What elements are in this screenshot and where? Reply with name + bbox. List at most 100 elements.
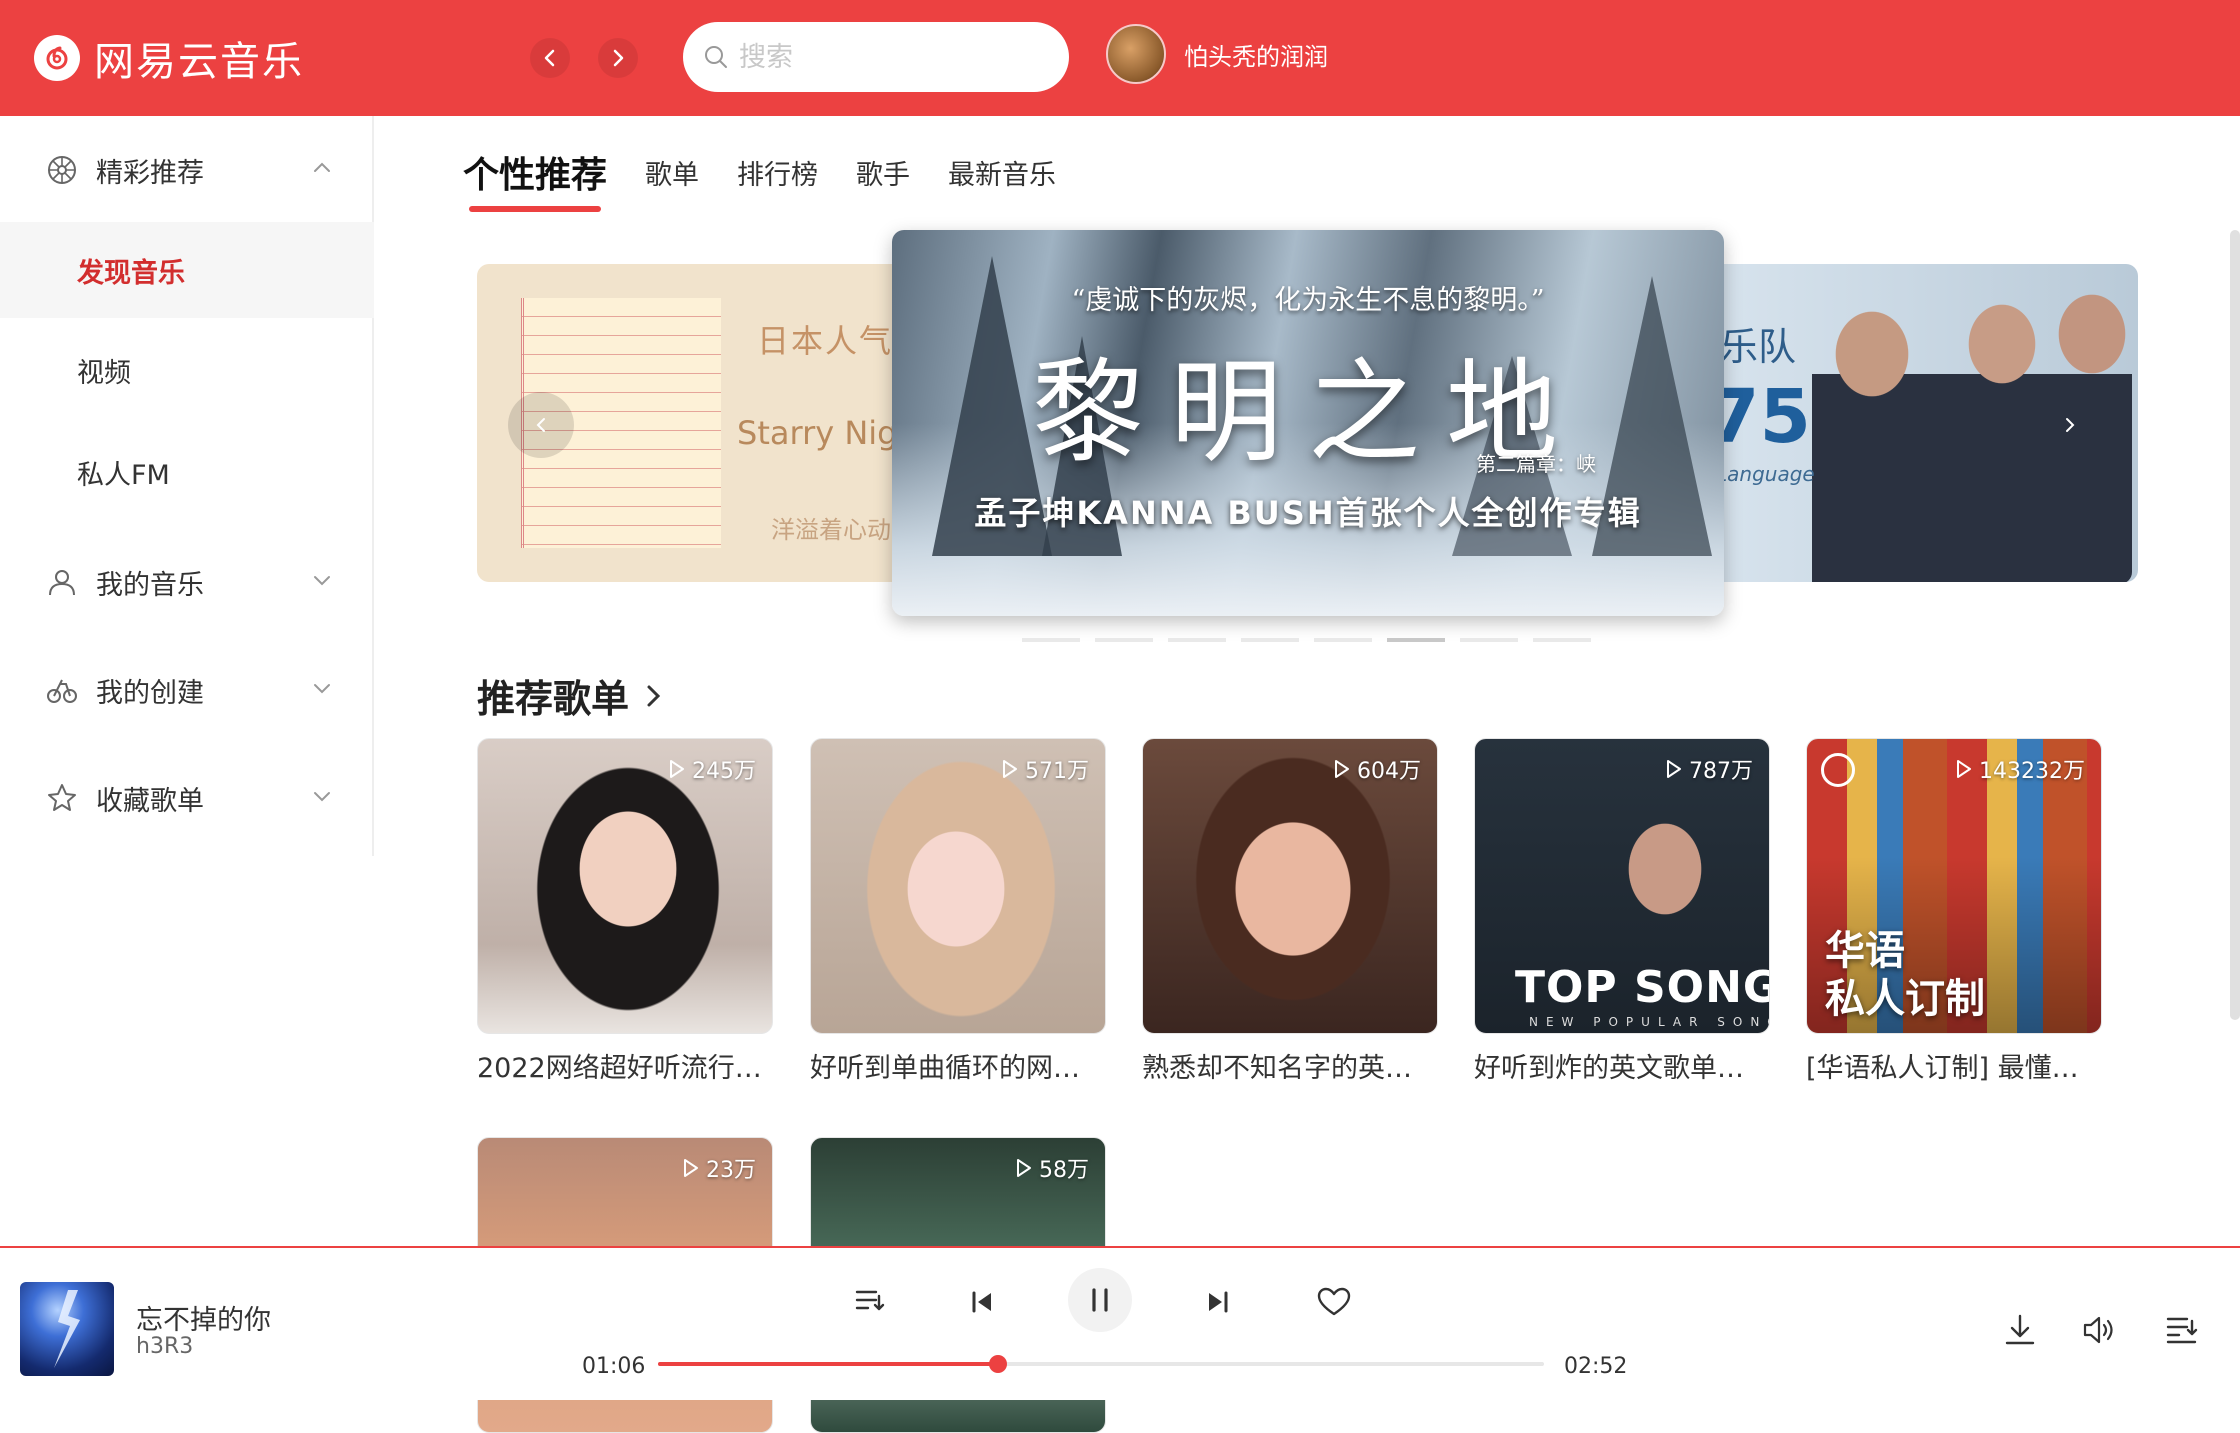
- tab-artists[interactable]: 歌手: [856, 153, 910, 206]
- banner-chapter: 第二篇章：峡: [1476, 452, 1596, 476]
- playlist-title[interactable]: 熟悉却不知名字的英文歌曲: [1142, 1046, 1438, 1085]
- banner-dot[interactable]: [1095, 638, 1153, 642]
- search-input[interactable]: [739, 41, 1039, 73]
- chevron-right-icon: [647, 685, 661, 706]
- banner-text: 洋溢着心动: [771, 516, 891, 544]
- banner-dot[interactable]: [1022, 638, 1080, 642]
- tab-personal-recommend[interactable]: 个性推荐: [463, 146, 607, 212]
- section-recommended-playlists[interactable]: 推荐歌单: [477, 668, 665, 723]
- play-count-value: 58万: [1039, 1158, 1089, 1183]
- banner-slide-current[interactable]: “虔诚下的灰烬，化为永生不息的黎明。” 黎明之地 第二篇章：峡 孟子坤KANNA…: [892, 230, 1724, 616]
- play-count: 143232万: [1955, 753, 2085, 785]
- playlist-card[interactable]: 571万 好听到单曲循环的网络热歌: [810, 738, 1106, 1085]
- play-count-value: 23万: [706, 1158, 756, 1183]
- compass-icon: [48, 156, 76, 184]
- pause-icon: [1092, 1288, 1108, 1312]
- chevron-down-icon[interactable]: [312, 570, 332, 590]
- playlist-title[interactable]: 2022网络超好听流行歌曲: [477, 1046, 773, 1085]
- playlist-mode-button[interactable]: [850, 1282, 890, 1322]
- play-count-value: 245万: [692, 759, 756, 784]
- search-box[interactable]: [683, 22, 1069, 92]
- play-icon: [1957, 760, 1972, 778]
- username[interactable]: 怕头秃的润润: [1184, 37, 1328, 72]
- discover-tabs: 个性推荐 歌单 排行榜 歌手 最新音乐: [463, 146, 1094, 212]
- playlist-card[interactable]: 143232万 华语 私人订制 [华语私人订制] 最懂你的华语推荐: [1806, 738, 2102, 1085]
- playlist-cover[interactable]: 143232万 华语 私人订制: [1806, 738, 2102, 1034]
- banner-dot[interactable]: [1314, 638, 1372, 642]
- now-playing-title[interactable]: 忘不掉的你: [136, 1298, 271, 1337]
- play-pause-button[interactable]: [1068, 1268, 1132, 1332]
- play-icon: [1335, 760, 1349, 778]
- sidebar-group-label: 我的创建: [96, 677, 204, 709]
- banner-dot[interactable]: [1168, 638, 1226, 642]
- user-icon: [49, 570, 75, 596]
- banner-quote: “虔诚下的灰烬，化为永生不息的黎明。”: [1071, 285, 1545, 316]
- playlist-title[interactable]: [华语私人订制] 最懂你的华语推荐: [1806, 1046, 2102, 1085]
- now-playing-artist[interactable]: h3R3: [136, 1334, 193, 1359]
- play-count: 23万: [682, 1152, 756, 1184]
- nav-back-button[interactable]: [530, 38, 570, 78]
- sidebar-group-recommend[interactable]: 精彩推荐: [0, 130, 374, 210]
- sidebar-group-my-music[interactable]: 我的音乐: [0, 542, 374, 622]
- playlist-cover[interactable]: 571万: [810, 738, 1106, 1034]
- play-queue-button[interactable]: [2160, 1308, 2204, 1352]
- content-scrollbar[interactable]: [2230, 230, 2240, 1020]
- play-icon: [670, 760, 684, 778]
- total-time: 02:52: [1564, 1354, 1628, 1379]
- banner-dot[interactable]: [1533, 638, 1591, 642]
- banner-next-button[interactable]: [2056, 392, 2084, 458]
- app-logo[interactable]: 网易云音乐: [34, 34, 304, 85]
- progress-bar[interactable]: [658, 1355, 1544, 1373]
- sidebar-item-personal-fm[interactable]: 私人FM: [0, 424, 374, 520]
- list-loop-icon: [855, 1290, 885, 1311]
- user-profile[interactable]: 怕头秃的润润: [1106, 24, 1328, 84]
- like-button[interactable]: [1312, 1280, 1356, 1324]
- sidebar-item-video[interactable]: 视频: [0, 322, 374, 418]
- sidebar-group-my-creation[interactable]: 我的创建: [0, 650, 374, 730]
- progress-handle[interactable]: [989, 1355, 1008, 1373]
- banner-album-title: 黎明之地: [1032, 348, 1584, 478]
- nav-forward-button[interactable]: [598, 38, 638, 78]
- section-title: 推荐歌单: [477, 677, 630, 721]
- banner-prev-button[interactable]: [508, 392, 574, 458]
- play-count: 571万: [1001, 753, 1089, 785]
- playlist-card[interactable]: 245万 2022网络超好听流行歌曲: [477, 738, 773, 1085]
- sidebar-group-collected[interactable]: 收藏歌单: [0, 758, 374, 838]
- play-count: 58万: [1015, 1152, 1089, 1184]
- play-count-value: 787万: [1689, 759, 1753, 784]
- play-icon: [1017, 1159, 1031, 1177]
- playlist-cover[interactable]: 604万: [1142, 738, 1438, 1034]
- tab-playlists[interactable]: 歌单: [645, 153, 699, 206]
- heart-icon: [1317, 1287, 1351, 1316]
- banner-dot[interactable]: [1241, 638, 1299, 642]
- search-icon: [705, 46, 727, 68]
- playlist-cover[interactable]: 787万 TOP SONGS NEW POPULAR SONGS: [1474, 738, 1770, 1034]
- chevron-left-icon: [544, 49, 555, 67]
- tab-charts[interactable]: 排行榜: [737, 153, 818, 206]
- playlist-cover[interactable]: 245万: [477, 738, 773, 1034]
- chevron-down-icon[interactable]: [312, 678, 332, 698]
- playlist-title[interactable]: 好听到单曲循环的网络热歌: [810, 1046, 1106, 1085]
- progress-fill: [658, 1362, 999, 1366]
- player-bar: 忘不掉的你 h3R3 01:06 02:52: [0, 1246, 2240, 1400]
- play-count-value: 571万: [1025, 759, 1089, 784]
- tab-new-music[interactable]: 最新音乐: [948, 153, 1056, 206]
- banner-text: Starry Nigh: [737, 414, 917, 452]
- playlist-card[interactable]: 604万 熟悉却不知名字的英文歌曲: [1142, 738, 1438, 1085]
- next-track-button[interactable]: [1198, 1282, 1238, 1322]
- download-button[interactable]: [1998, 1308, 2042, 1352]
- playlist-title[interactable]: 好听到炸的英文歌单！必听: [1474, 1046, 1770, 1085]
- playlist-card[interactable]: 787万 TOP SONGS NEW POPULAR SONGS 好听到炸的英文…: [1474, 738, 1770, 1085]
- previous-track-button[interactable]: [962, 1282, 1002, 1322]
- cover-text-line: 华语: [1825, 928, 1905, 974]
- now-playing-cover[interactable]: [20, 1282, 114, 1376]
- chevron-up-icon[interactable]: [312, 158, 332, 178]
- chevron-down-icon[interactable]: [312, 786, 332, 806]
- banner-dot-active[interactable]: [1387, 638, 1445, 642]
- banner-dot[interactable]: [1460, 638, 1518, 642]
- volume-button[interactable]: [2078, 1308, 2122, 1352]
- avatar[interactable]: [1106, 24, 1166, 84]
- chevron-right-icon: [2066, 418, 2075, 432]
- sidebar-item-discover-music[interactable]: 发现音乐: [0, 222, 374, 318]
- banner-text: 乐队: [1720, 325, 1797, 369]
